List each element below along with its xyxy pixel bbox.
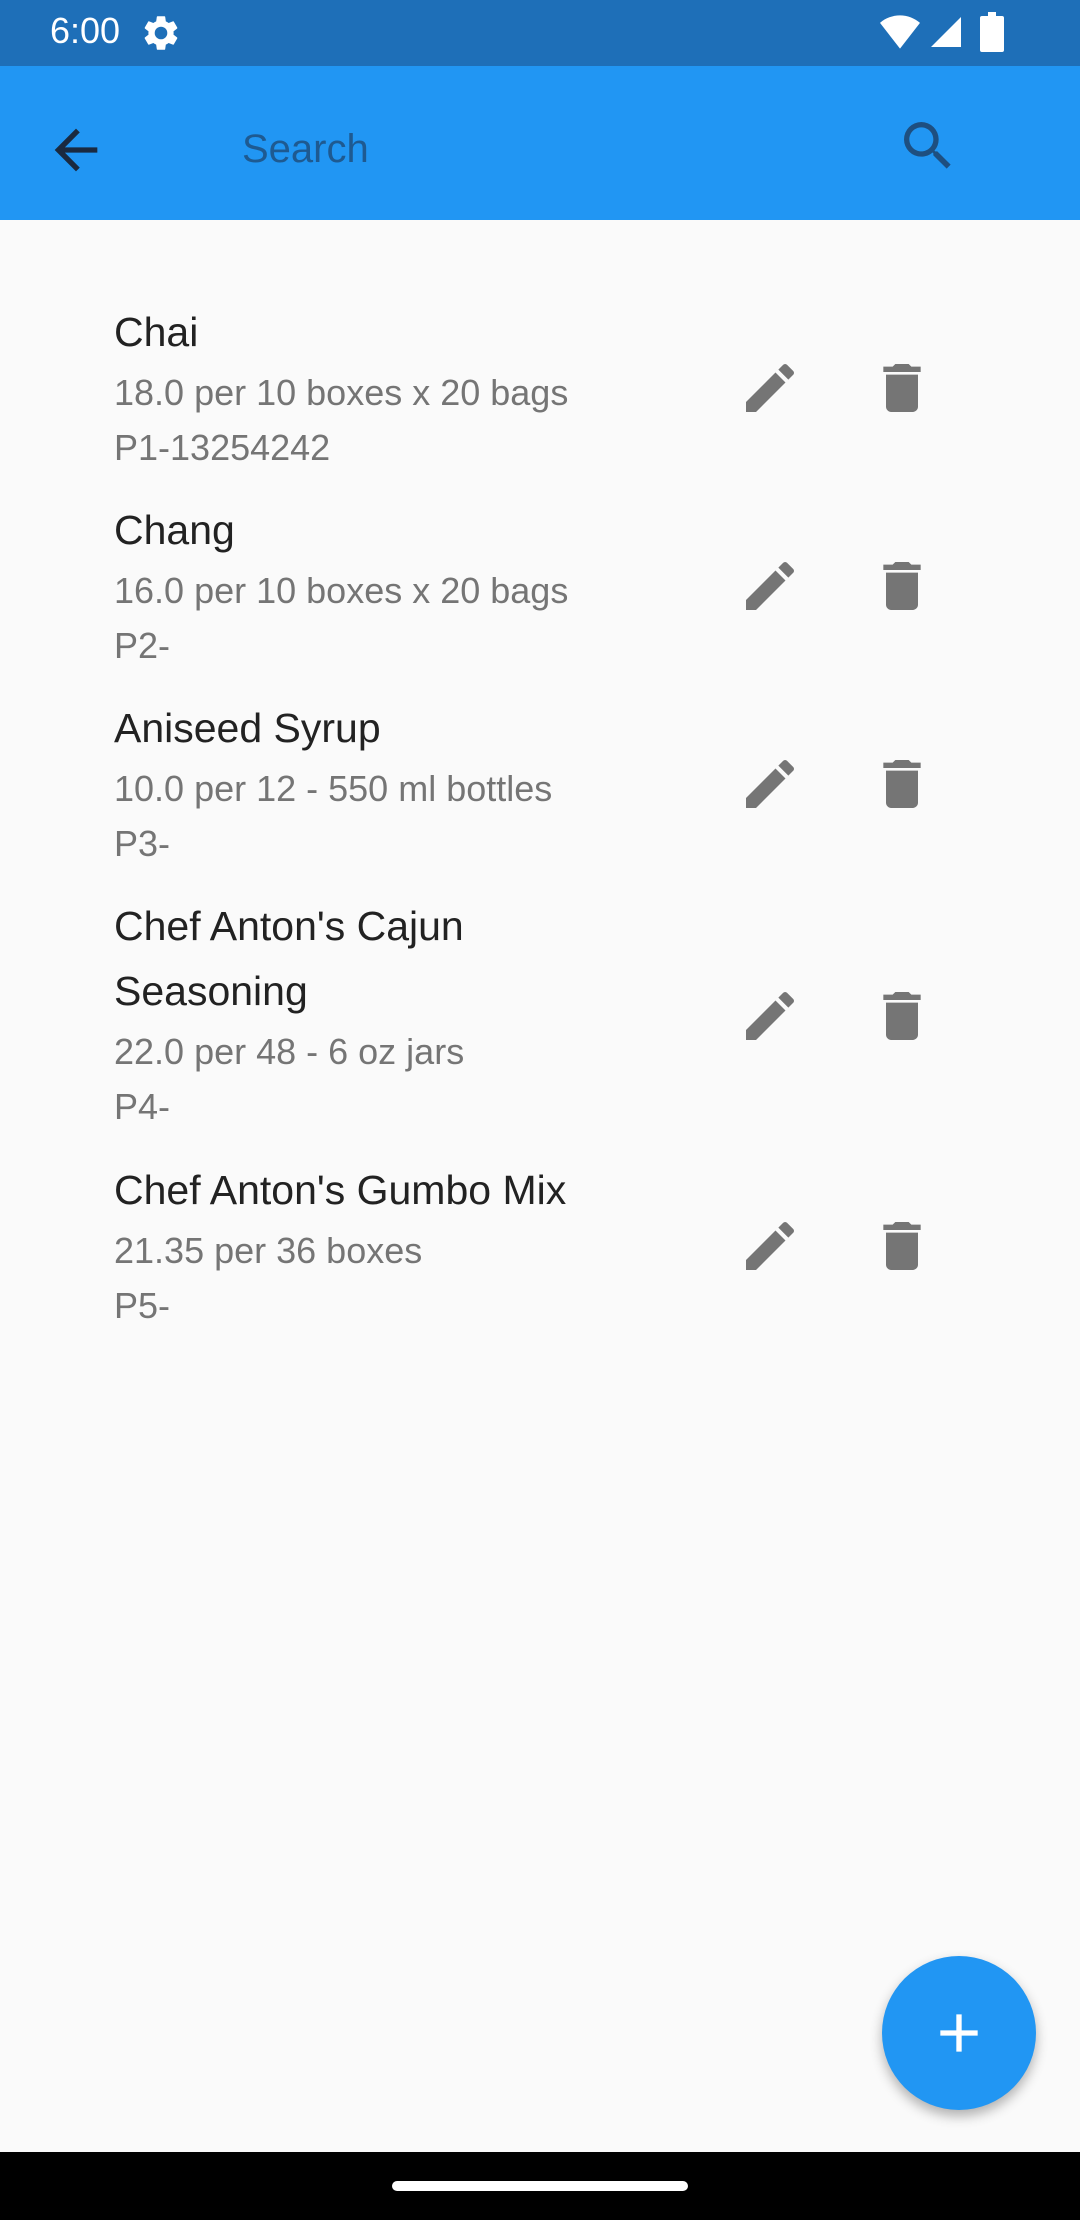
product-code: P2- bbox=[114, 625, 171, 666]
search-icon[interactable] bbox=[896, 114, 960, 178]
product-code: P3- bbox=[114, 823, 171, 864]
product-code: P4- bbox=[114, 1086, 171, 1127]
product-list: Chai 18.0 per 10 boxes x 20 bags P1-1325… bbox=[0, 300, 1080, 1356]
product-name: Chai bbox=[114, 309, 199, 355]
add-button[interactable] bbox=[882, 1956, 1036, 2110]
home-handle[interactable] bbox=[392, 2181, 688, 2191]
product-detail: 21.35 per 36 boxes bbox=[114, 1230, 423, 1271]
delete-icon[interactable] bbox=[870, 752, 934, 816]
delete-icon[interactable] bbox=[870, 984, 934, 1048]
product-name: Chef Anton's Cajun Seasoning bbox=[114, 903, 464, 1014]
edit-icon[interactable] bbox=[738, 356, 802, 420]
app-bar bbox=[0, 66, 1080, 220]
signal-icon bbox=[931, 17, 961, 47]
product-name: Chang bbox=[114, 507, 235, 553]
wifi-icon bbox=[880, 15, 920, 49]
product-code: P5- bbox=[114, 1285, 171, 1326]
product-detail: 18.0 per 10 boxes x 20 bags bbox=[114, 372, 569, 413]
battery-icon bbox=[980, 12, 1004, 52]
status-bar: 6:00 bbox=[0, 0, 1080, 66]
status-time: 6:00 bbox=[50, 10, 121, 51]
product-detail: 10.0 per 12 - 550 ml bottles bbox=[114, 768, 553, 809]
list-item[interactable]: Aniseed Syrup 10.0 per 12 - 550 ml bottl… bbox=[0, 696, 1080, 894]
product-code: P1-13254242 bbox=[114, 427, 331, 468]
edit-icon[interactable] bbox=[738, 554, 802, 618]
edit-icon[interactable] bbox=[738, 1214, 802, 1278]
product-name: Chef Anton's Gumbo Mix bbox=[114, 1167, 567, 1213]
search-input[interactable] bbox=[240, 116, 804, 182]
edit-icon[interactable] bbox=[738, 752, 802, 816]
gear-icon bbox=[144, 16, 178, 50]
delete-icon[interactable] bbox=[870, 554, 934, 618]
edit-icon[interactable] bbox=[738, 984, 802, 1048]
product-name: Aniseed Syrup bbox=[114, 705, 381, 751]
navigation-bar bbox=[0, 2152, 1080, 2220]
delete-icon[interactable] bbox=[870, 1214, 934, 1278]
list-item[interactable]: Chef Anton's Cajun Seasoning 22.0 per 48… bbox=[0, 894, 1080, 1158]
list-item[interactable]: Chang 16.0 per 10 boxes x 20 bags P2- bbox=[0, 498, 1080, 696]
list-item[interactable]: Chef Anton's Gumbo Mix 21.35 per 36 boxe… bbox=[0, 1158, 1080, 1356]
product-detail: 22.0 per 48 - 6 oz jars bbox=[114, 1031, 465, 1072]
delete-icon[interactable] bbox=[870, 356, 934, 420]
back-arrow-icon[interactable] bbox=[44, 118, 108, 182]
list-item[interactable]: Chai 18.0 per 10 boxes x 20 bags P1-1325… bbox=[0, 300, 1080, 498]
add-icon bbox=[940, 2014, 978, 2052]
product-detail: 16.0 per 10 boxes x 20 bags bbox=[114, 570, 569, 611]
